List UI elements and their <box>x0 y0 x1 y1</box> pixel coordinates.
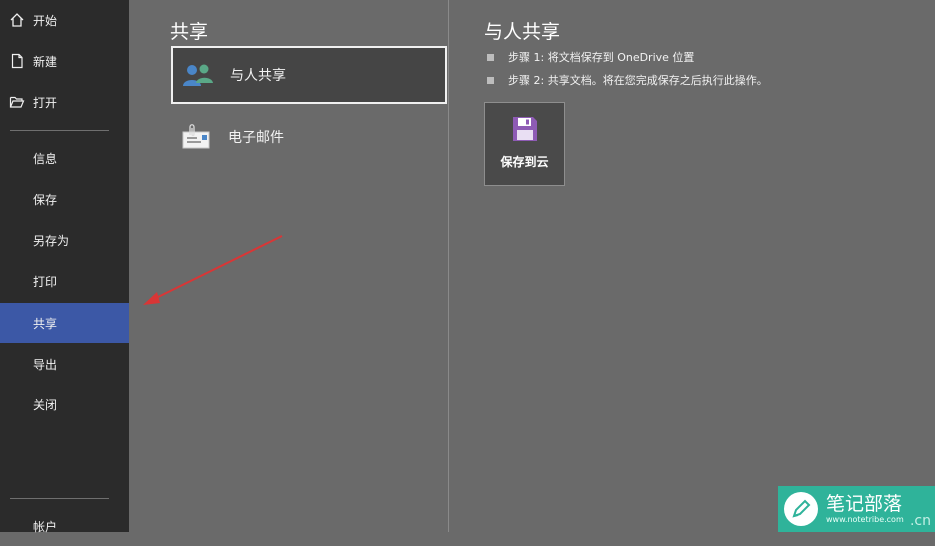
sidebar-item-label: 另存为 <box>33 233 70 248</box>
sidebar-item-label: 新建 <box>33 54 58 69</box>
share-with-people-option[interactable]: 与人共享 <box>171 46 447 104</box>
save-to-cloud-label: 保存到云 <box>500 155 549 169</box>
sidebar-item-open[interactable]: 打开 <box>0 82 129 122</box>
home-icon <box>8 11 26 29</box>
sidebar-item-label: 共享 <box>33 316 58 331</box>
sidebar-item-label: 关闭 <box>33 397 58 412</box>
sidebar-item-label: 导出 <box>33 357 58 372</box>
sidebar-item-save[interactable]: 保存 <box>0 179 129 219</box>
annotation-arrow <box>143 235 283 305</box>
sidebar-item-print[interactable]: 打印 <box>0 261 129 301</box>
pane-divider <box>448 0 449 532</box>
sidebar-item-label: 信息 <box>33 151 58 166</box>
sidebar-item-label: 打印 <box>33 274 58 289</box>
sidebar-item-share[interactable]: 共享 <box>0 303 129 343</box>
sidebar-item-label: 开始 <box>33 13 58 28</box>
sidebar-item-save-as[interactable]: 另存为 <box>0 220 129 260</box>
sidebar-item-close[interactable]: 关闭 <box>0 384 129 424</box>
sidebar-item-label: 打开 <box>33 95 58 110</box>
option-label: 与人共享 <box>230 68 286 84</box>
watermark-text: 笔记部落 www.notetribe.com <box>826 493 904 525</box>
option-label: 电子邮件 <box>228 130 284 146</box>
watermark-suffix: .cn <box>909 513 931 529</box>
backstage-sidebar: 开始 新建 打开 信息 保存 另存为 打印 共享 导出 关闭 帐户 <box>0 0 129 534</box>
email-attachment-icon <box>179 122 213 152</box>
detail-panel-title: 与人共享 <box>484 21 561 43</box>
people-share-icon <box>181 60 215 90</box>
watermark: 笔记部落 www.notetribe.com .cn <box>778 486 935 532</box>
pencil-logo-icon <box>784 492 818 526</box>
sidebar-item-new[interactable]: 新建 <box>0 41 129 81</box>
step-text: 步骤 2: 共享文档。将在您完成保存之后执行此操作。 <box>508 74 768 87</box>
sidebar-divider <box>10 498 109 499</box>
share-panel-title: 共享 <box>170 21 209 43</box>
step-text: 步骤 1: 将文档保存到 OneDrive 位置 <box>508 51 695 64</box>
floppy-disk-icon <box>512 116 538 142</box>
sidebar-item-account[interactable]: 帐户 <box>0 506 129 546</box>
new-document-icon <box>8 52 26 70</box>
save-to-cloud-button[interactable]: 保存到云 <box>484 102 565 186</box>
step-item: 步骤 2: 共享文档。将在您完成保存之后执行此操作。 <box>487 72 768 88</box>
watermark-url: www.notetribe.com <box>826 515 904 524</box>
email-option[interactable]: 电子邮件 <box>171 108 447 166</box>
sidebar-item-info[interactable]: 信息 <box>0 138 129 178</box>
step-item: 步骤 1: 将文档保存到 OneDrive 位置 <box>487 49 694 65</box>
sidebar-divider <box>10 130 109 131</box>
watermark-name: 笔记部落 <box>826 493 903 515</box>
sidebar-item-export[interactable]: 导出 <box>0 344 129 384</box>
bullet-icon <box>487 53 494 61</box>
open-folder-icon <box>8 93 26 111</box>
bullet-icon <box>487 76 494 84</box>
sidebar-item-home[interactable]: 开始 <box>0 0 129 40</box>
sidebar-item-label: 保存 <box>33 192 58 207</box>
